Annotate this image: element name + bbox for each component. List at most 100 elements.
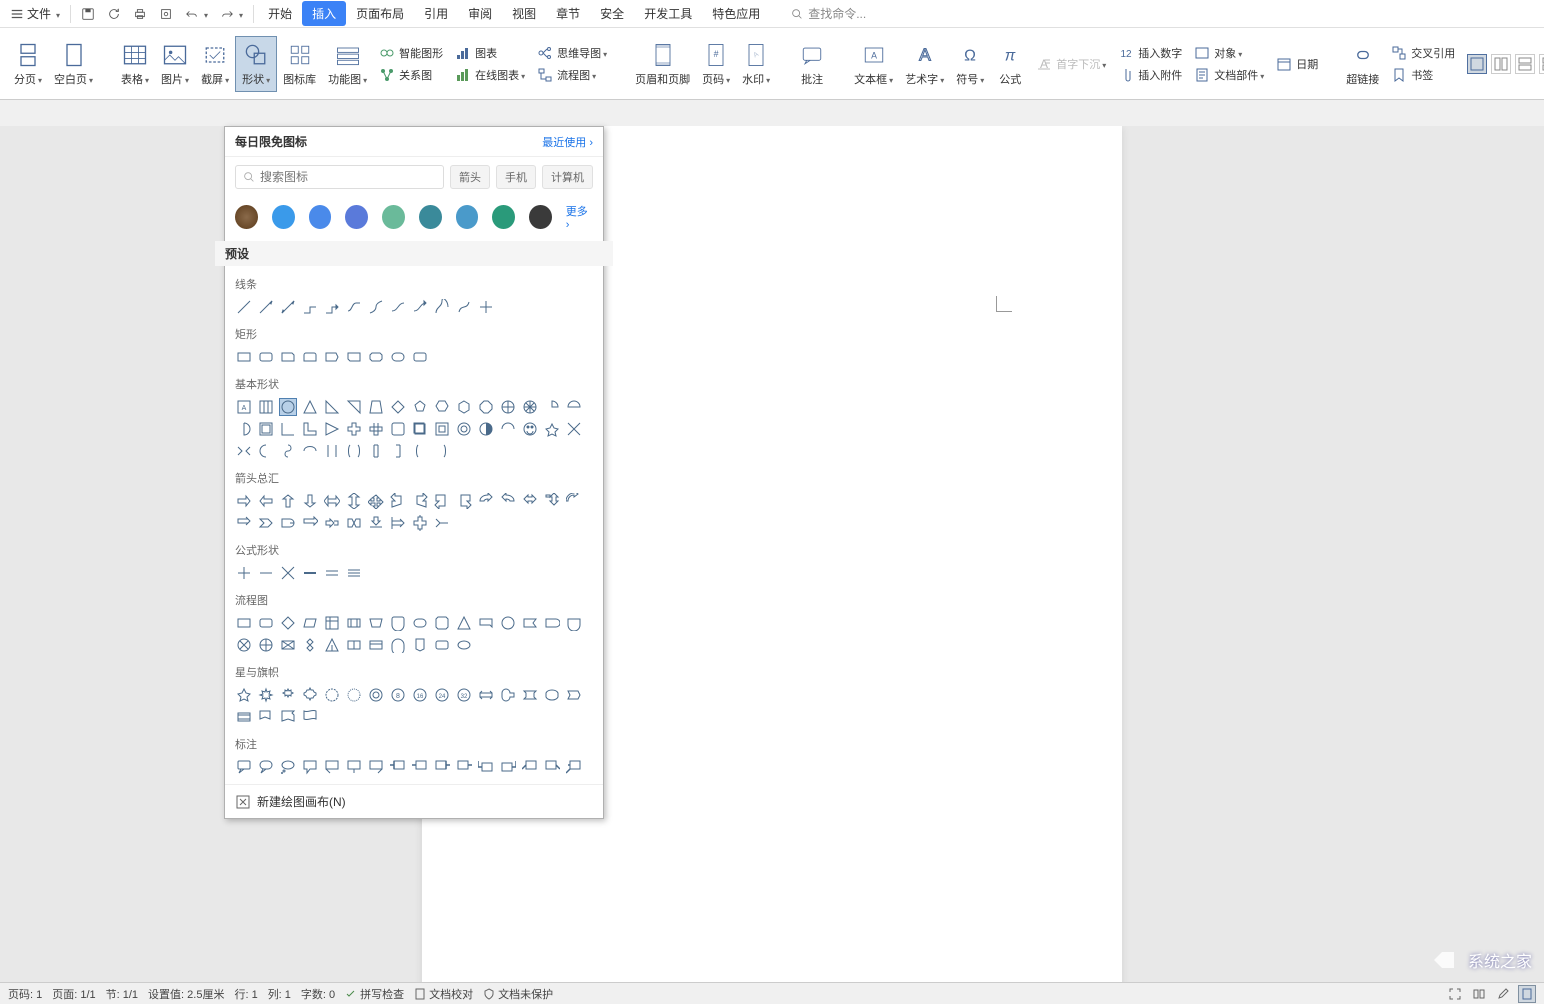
hyperlink-button[interactable]: 超链接	[1340, 37, 1385, 91]
shape-cell[interactable]	[367, 298, 385, 316]
shape-cell[interactable]	[543, 398, 561, 416]
shape-cell[interactable]	[367, 636, 385, 654]
shape-cell[interactable]	[521, 420, 539, 438]
shape-cell[interactable]	[301, 348, 319, 366]
shape-cell[interactable]	[323, 686, 341, 704]
paging-button[interactable]: 分页	[8, 37, 48, 91]
shape-cell[interactable]	[235, 298, 253, 316]
print-button[interactable]	[127, 4, 153, 24]
featured-icon-3[interactable]	[309, 205, 332, 229]
featured-icon-8[interactable]	[492, 205, 515, 229]
shape-cell[interactable]	[257, 398, 275, 416]
insert-number-button[interactable]: 12插入数字	[1112, 43, 1188, 63]
shape-cell[interactable]	[235, 758, 253, 776]
shape-cell[interactable]	[279, 420, 297, 438]
shape-cell[interactable]	[455, 298, 473, 316]
save-button[interactable]	[75, 4, 101, 24]
undo-button[interactable]	[179, 4, 214, 24]
tab-security[interactable]: 安全	[590, 1, 634, 26]
recent-link[interactable]: 最近使用 ›	[542, 134, 593, 150]
shape-cell[interactable]	[433, 298, 451, 316]
shape-cell[interactable]	[235, 636, 253, 654]
shape-cell[interactable]	[411, 348, 429, 366]
shape-cell[interactable]	[477, 398, 495, 416]
shape-cell[interactable]	[499, 420, 517, 438]
shape-cell[interactable]	[543, 686, 561, 704]
shapes-button[interactable]: 形状	[235, 36, 277, 92]
shape-cell[interactable]	[411, 636, 429, 654]
object-button[interactable]: 对象	[1188, 43, 1270, 63]
shape-cell[interactable]	[565, 492, 583, 510]
shape-cell[interactable]	[433, 758, 451, 776]
shape-cell[interactable]	[521, 686, 539, 704]
shape-cell[interactable]	[477, 614, 495, 632]
shape-cell[interactable]	[345, 514, 363, 532]
shape-cell[interactable]	[323, 636, 341, 654]
tab-view[interactable]: 视图	[502, 1, 546, 26]
shape-cell[interactable]	[345, 492, 363, 510]
fullscreen-button[interactable]	[1446, 985, 1464, 1003]
chip-computer[interactable]: 计算机	[542, 165, 593, 189]
shape-cell[interactable]	[301, 564, 319, 582]
shape-cell[interactable]	[345, 614, 363, 632]
status-col[interactable]: 列: 1	[268, 986, 291, 1002]
shape-cell[interactable]	[389, 636, 407, 654]
file-menu-button[interactable]: 文件	[4, 2, 66, 25]
shape-cell[interactable]	[257, 514, 275, 532]
bookmark-button[interactable]: 书签	[1385, 65, 1461, 85]
shape-cell[interactable]	[433, 636, 451, 654]
shape-cell[interactable]	[257, 564, 275, 582]
tab-review[interactable]: 审阅	[458, 1, 502, 26]
cross-ref-button[interactable]: 交叉引用	[1385, 43, 1461, 63]
shape-cell[interactable]	[279, 442, 297, 460]
status-setting[interactable]: 设置值: 2.5厘米	[148, 986, 224, 1002]
tab-layout[interactable]: 页面布局	[346, 1, 414, 26]
shape-cell[interactable]	[543, 758, 561, 776]
shape-cell[interactable]: 8	[389, 686, 407, 704]
screenshot-button[interactable]: 截屏	[195, 37, 235, 91]
shape-cell[interactable]	[477, 420, 495, 438]
shape-cell[interactable]: 32	[455, 686, 473, 704]
shape-cell[interactable]	[367, 398, 385, 416]
shape-cell[interactable]	[301, 442, 319, 460]
view-mode-2[interactable]	[1491, 54, 1511, 74]
shape-cell[interactable]	[411, 614, 429, 632]
header-footer-button[interactable]: 页眉和页脚	[629, 37, 696, 91]
shape-cell[interactable]	[323, 614, 341, 632]
smart-graphic-button[interactable]: 智能图形	[373, 43, 449, 63]
featured-icon-5[interactable]	[382, 205, 405, 229]
shape-cell[interactable]	[521, 398, 539, 416]
shape-cell[interactable]	[345, 758, 363, 776]
shape-cell[interactable]	[257, 636, 275, 654]
shape-cell[interactable]	[367, 614, 385, 632]
picture-button[interactable]: 图片	[155, 37, 195, 91]
shape-cell[interactable]	[389, 420, 407, 438]
shape-cell[interactable]	[345, 348, 363, 366]
shape-cell[interactable]	[257, 442, 275, 460]
shape-cell[interactable]	[279, 398, 297, 416]
shape-cell[interactable]	[433, 492, 451, 510]
shape-cell[interactable]	[499, 686, 517, 704]
shape-cell[interactable]	[455, 398, 473, 416]
shape-cell[interactable]	[279, 686, 297, 704]
status-row[interactable]: 行: 1	[234, 986, 257, 1002]
status-doc-protect[interactable]: 文档未保护	[483, 986, 553, 1002]
wordart-button[interactable]: A 艺术字	[899, 37, 950, 91]
shape-cell[interactable]	[389, 758, 407, 776]
shape-cell[interactable]	[323, 514, 341, 532]
shape-cell[interactable]	[235, 614, 253, 632]
shape-cell[interactable]	[565, 686, 583, 704]
date-button[interactable]: 日期	[1270, 54, 1324, 74]
shape-cell[interactable]	[455, 758, 473, 776]
shape-cell[interactable]	[323, 420, 341, 438]
tab-developer[interactable]: 开发工具	[634, 1, 702, 26]
shape-cell[interactable]	[345, 564, 363, 582]
search-command[interactable]: 查找命令...	[790, 5, 866, 22]
shape-cell[interactable]	[279, 298, 297, 316]
shape-cell[interactable]	[279, 636, 297, 654]
refresh-button[interactable]	[101, 4, 127, 24]
shape-cell[interactable]	[301, 708, 319, 726]
shape-cell[interactable]	[411, 398, 429, 416]
shape-cell[interactable]	[455, 420, 473, 438]
shape-cell[interactable]	[389, 298, 407, 316]
